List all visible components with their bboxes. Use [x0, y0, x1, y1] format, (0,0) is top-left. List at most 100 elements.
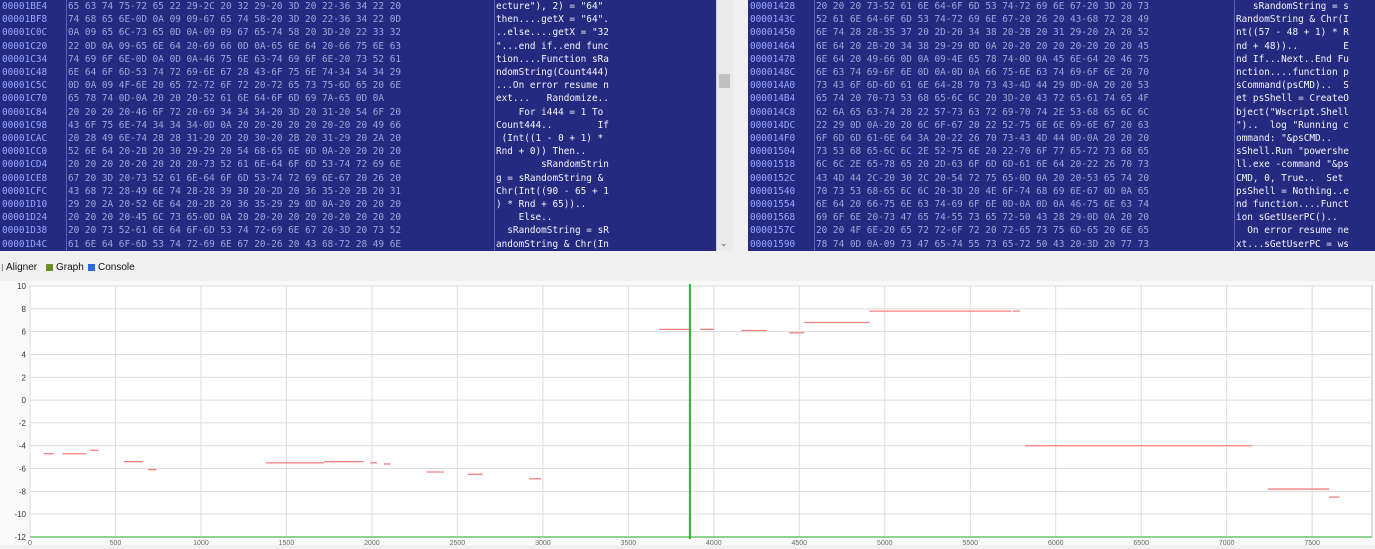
hex-offset: 000014B4	[750, 93, 796, 105]
tab-console[interactable]: Console	[88, 262, 135, 273]
ascii-text: Else..	[496, 212, 609, 224]
ascii-text: CMD, 0, True.. Set	[1236, 172, 1349, 184]
hex-offset: 000014C8	[750, 106, 796, 118]
hex-bytes: 20 20 20 20-45 6C 73 65-0D 0A 20 20-20 2…	[68, 212, 402, 224]
plot-area[interactable]	[29, 285, 1373, 538]
hex-offset: 00001CAC	[2, 133, 48, 144]
ascii-text: ion sGetUserPC()..	[1236, 212, 1349, 224]
hex-offset: 00001D10	[2, 199, 48, 210]
hex-offset: 00001CC0	[2, 146, 48, 158]
ascii-text: sRandomStrin	[496, 159, 609, 171]
ascii-text: ll.exe -command "&ps	[1236, 159, 1349, 171]
x-tick-label: 1000	[193, 540, 209, 545]
hex-offset: 00001C5C	[2, 80, 48, 92]
ascii-text: (Int((1 - 0 + 1) *	[496, 133, 609, 144]
hex-bytes: 20 20 20 20-20 20 20 20-73 52 61 6E-64 6…	[68, 159, 402, 171]
console-icon	[88, 264, 95, 271]
hex-bytes: 67 20 3D 20-73 52 61 6E-64 6F 6D 53-74 7…	[68, 172, 402, 184]
hex-offset: 00001C20	[2, 40, 48, 52]
scrollbar-thumb[interactable]	[719, 74, 730, 88]
y-tick-label: 8	[22, 305, 27, 314]
y-tick-label: 0	[22, 396, 27, 405]
x-tick-label: 7000	[1219, 540, 1235, 545]
hex-bytes: 43 6F 75 6E-74 34 34 34-0D 0A 20 20-20 2…	[68, 119, 402, 131]
ascii-text: et psShell = CreateO	[1236, 93, 1349, 105]
ascii-text: ecture"), 2) = "64"	[496, 1, 609, 12]
ascii-text: then....getX = "64".	[496, 14, 609, 26]
hex-offset: 0000148C	[750, 67, 796, 78]
hex-bytes: 65 74 20 70-73 53 68 65-6C 6C 20 3D-20 4…	[816, 93, 1150, 105]
hex-offset: 000014F0	[750, 133, 796, 144]
hex-offset: 00001C48	[2, 67, 48, 78]
tab-graph[interactable]: Graph	[46, 262, 84, 273]
x-tick-label: 6500	[1133, 540, 1149, 545]
hex-bytes: 61 6E 64 6F-6D 53 74 72-69 6E 67 20-26 2…	[68, 238, 402, 250]
x-tick-label: 2500	[450, 540, 466, 545]
hex-bytes: 70 73 53 68-65 6C 6C 20-3D 20 4E 6F-74 6…	[816, 185, 1150, 197]
ascii-text: ..else....getX = "32	[496, 27, 609, 39]
y-tick-label: -6	[19, 465, 27, 474]
hex-offset: 00001428	[750, 1, 796, 12]
ascii-text: sRandomString = s	[1236, 1, 1349, 12]
hex-bytes: 74 69 6F 6E-0D 0A 0D 0A-46 75 6E 63-74 6…	[68, 53, 402, 65]
x-tick-label: 5500	[962, 540, 978, 545]
ascii-text: ...On error resume n	[496, 80, 609, 92]
column-separator	[494, 0, 495, 251]
hex-offset: 00001BF8	[2, 14, 48, 26]
hex-bytes: 22 29 0D 0A-20 20 6C 6F-67 20 22 52-75 6…	[816, 119, 1150, 131]
hex-offset: 00001450	[750, 27, 796, 39]
x-tick-label: 1500	[279, 540, 295, 545]
x-tick-label: 7500	[1304, 540, 1320, 545]
ascii-text: g = sRandomString &	[496, 172, 609, 184]
x-tick-label: 0	[28, 540, 32, 545]
hex-bytes: 29 20 2A 20-52 6E 64 20-2B 20 36 35-29 2…	[68, 199, 402, 210]
hex-bytes: 6E 64 20 66-75 6E 63 74-69 6F 6E 0D-0A 0…	[816, 199, 1150, 210]
vertical-scrollbar[interactable]: ⌄	[716, 0, 733, 251]
hex-bytes: 65 78 74 0D-0A 20 20 20-52 61 6E 64-6F 6…	[68, 93, 385, 105]
hex-bytes: 20 20 73 52-61 6E 64 6F-6D 53 74 72-69 6…	[68, 225, 402, 237]
x-tick-label: 4500	[792, 540, 808, 545]
tab-aligner[interactable]: Aligner	[2, 262, 37, 273]
hex-offset: 00001540	[750, 185, 796, 197]
x-tick-label: 2000	[364, 540, 380, 545]
x-tick-label: 3500	[621, 540, 637, 545]
hex-bytes: 73 43 6F 6D-6D 61 6E 64-28 70 73 43-4D 4…	[816, 80, 1150, 92]
ascii-text: bject("Wscript.Shell	[1236, 106, 1349, 118]
left-hex-view[interactable]: 00001BE4 65 63 74 75-72 65 22 29-2C 20 32…	[0, 0, 716, 251]
hex-offset: 00001590	[750, 238, 796, 250]
ascii-text: tion....Function sRa	[496, 53, 609, 65]
y-tick-label: 6	[22, 328, 27, 337]
ascii-text: Chr(Int((90 - 65 + 1	[496, 185, 609, 197]
hex-offset: 00001504	[750, 146, 796, 158]
ascii-text: andomString & Chr(In	[496, 238, 609, 250]
ascii-text: psShell = Nothing..e	[1236, 185, 1349, 197]
ascii-text: For i444 = 1 To	[496, 106, 609, 118]
scroll-down-arrow-icon[interactable]: ⌄	[720, 239, 728, 249]
hex-bytes: 0A 09 65 6C-73 65 0D 0A-09 09 67 65-74 5…	[68, 27, 402, 39]
hex-bytes: 6E 74 28 28-35 37 20 2D-20 34 38 20-2B 2…	[816, 27, 1150, 39]
y-tick-label: -8	[19, 487, 27, 496]
hex-bytes: 20 20 4F 6E-20 65 72 72-6F 72 20 72-65 7…	[816, 225, 1150, 237]
ascii-text: xt...sGetUserPC = ws	[1236, 238, 1349, 250]
hex-offset: 00001568	[750, 212, 796, 224]
alignment-graph[interactable]: 10 8 6 4 2 0 -2 -4 -6 -8 -10 -12 0 500 1000 1500 2000 250…	[0, 281, 1375, 547]
hex-bytes: 65 63 74 75-72 65 22 29-2C 20 32 29-20 3…	[68, 1, 402, 12]
y-tick-label: 2	[22, 373, 27, 382]
hex-offset: 00001478	[750, 53, 796, 65]
hex-bytes: 20 28 49 6E-74 28 28 31-20 2D 20 30-20 2…	[68, 133, 402, 144]
hex-bytes: 6F 6D 6D 61-6E 64 3A 20-22 26 70 73-43 4…	[816, 133, 1150, 144]
graph-plot[interactable]: 1086420-2-4-6-8-10-120 500 1000 1500 2000 250…	[0, 281, 1375, 547]
hex-offset: 0000157C	[750, 225, 796, 237]
ascii-text: "...end if..end func	[496, 40, 609, 52]
x-tick-label: 4000	[706, 540, 722, 545]
x-tick-label: 5000	[877, 540, 893, 545]
hex-bytes: 78 74 0D 0A-09 73 47 65-74 55 73 65-72 5…	[816, 238, 1150, 250]
hex-offset: 00001CD4	[2, 159, 48, 171]
hex-bytes: 6E 63 74 69-6F 6E 0D 0A-0D 0A 66 75-6E 6…	[816, 67, 1150, 78]
ascii-text: ext... Randomize..	[496, 93, 609, 105]
graph-icon	[46, 264, 53, 271]
y-tick-label: -4	[19, 442, 27, 451]
column-separator	[66, 0, 67, 251]
right-hex-view[interactable]: 00001428 20 20 20 73-52 61 6E 64-6F 6D 53…	[748, 0, 1375, 251]
hex-offset: 00001464	[750, 40, 796, 52]
